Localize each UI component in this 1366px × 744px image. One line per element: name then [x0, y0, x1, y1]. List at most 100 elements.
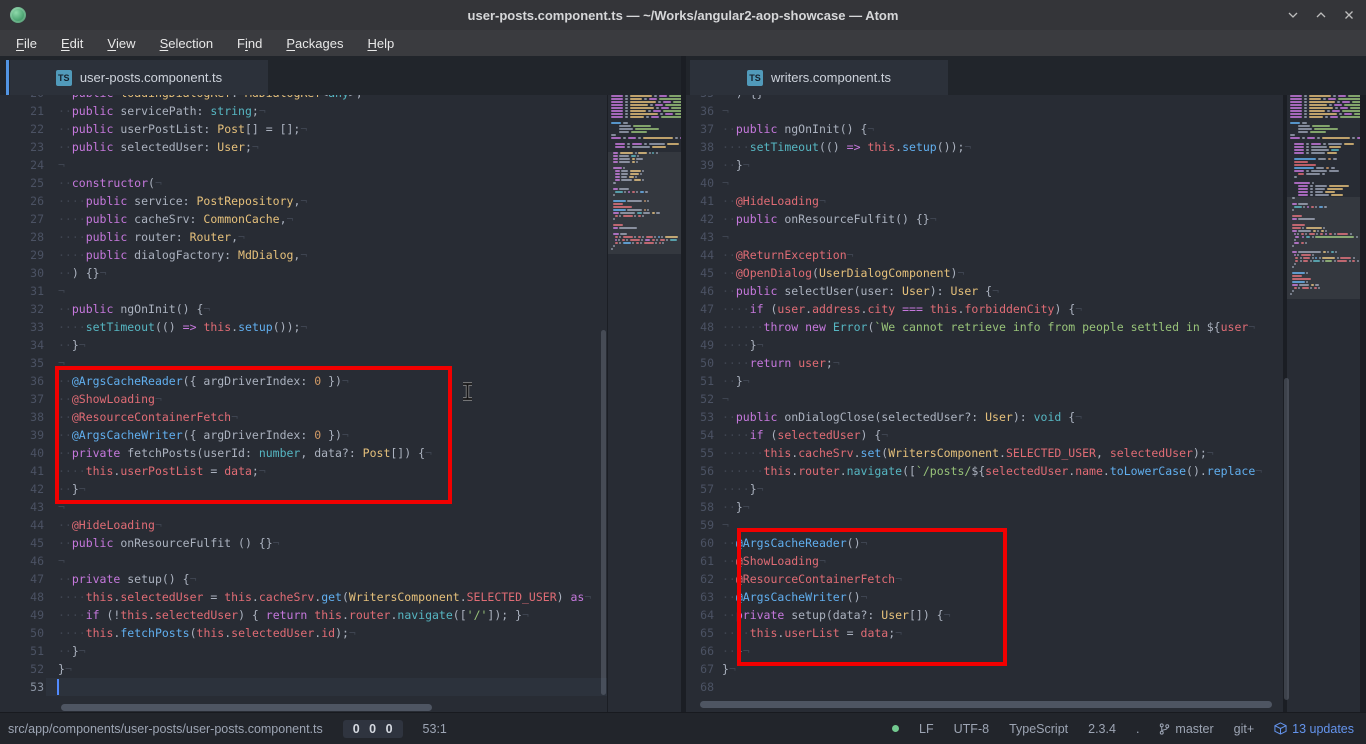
- code-line-30: 30··) {}¬: [0, 264, 607, 282]
- minimap-visible-region[interactable]: [608, 152, 681, 254]
- typescript-file-icon: TS: [747, 70, 763, 86]
- code-line-51: 51··}¬: [686, 372, 1283, 390]
- menu-find[interactable]: Find: [225, 30, 274, 56]
- menu-file[interactable]: File: [4, 30, 49, 56]
- code-line-44: 44··@ReturnException¬: [686, 246, 1283, 264]
- code-line-22: 22··public userPostList: Post[] = [];¬: [0, 120, 607, 138]
- code-line-56: 56······this.router.navigate([`/posts/${…: [686, 462, 1283, 480]
- code-line-58: 58··}¬: [686, 498, 1283, 516]
- code-line-20: 20··public loadingDialogRef: MdDialogRef…: [0, 95, 607, 102]
- annotation-red-box-left: [55, 366, 452, 504]
- code-line-38: 38····setTimeout(() => this.setup());¬: [686, 138, 1283, 156]
- line-ending[interactable]: LF: [919, 722, 934, 736]
- window-title: user-posts.component.ts — ~/Works/angula…: [0, 8, 1366, 23]
- editor-pane-left: TS user-posts.component.ts 20··public lo…: [0, 56, 681, 712]
- typescript-file-icon: TS: [56, 70, 72, 86]
- menu-bar: FileEditViewSelectionFindPackagesHelp: [0, 30, 1366, 56]
- code-line-47: 47····if (user.address.city === this.for…: [686, 300, 1283, 318]
- git-diff-counts[interactable]: 0 0 0: [343, 720, 403, 738]
- code-line-51: 51··}¬: [0, 642, 607, 660]
- menu-help[interactable]: Help: [355, 30, 406, 56]
- code-line-54: 54····if (selectedUser) {¬: [686, 426, 1283, 444]
- vertical-scrollbar-right[interactable]: [1284, 378, 1289, 700]
- window-controls: [1284, 0, 1358, 30]
- code-line-26: 26····public service: PostRepository,¬: [0, 192, 607, 210]
- code-line-42: 42··public onResourceFulfit() {}¬: [686, 210, 1283, 228]
- editor-pane-right: TS writers.component.ts 35··) {}¬36¬37··…: [686, 56, 1366, 712]
- code-line-46: 46¬: [0, 552, 607, 570]
- tab-user-posts[interactable]: TS user-posts.component.ts: [10, 60, 268, 95]
- cursor-position[interactable]: 53:1: [423, 722, 447, 736]
- minimap-right[interactable]: [1287, 95, 1360, 712]
- version: 2.3.4: [1088, 722, 1116, 736]
- menu-packages[interactable]: Packages: [274, 30, 355, 56]
- git-branch[interactable]: master: [1159, 722, 1213, 736]
- tab-writers[interactable]: TS writers.component.ts: [690, 60, 948, 95]
- atom-window: user-posts.component.ts — ~/Works/angula…: [0, 0, 1366, 744]
- status-bar: src/app/components/user-posts/user-posts…: [0, 712, 1366, 744]
- code-line-29: 29····public dialogFactory: MdDialog,¬: [0, 246, 607, 264]
- code-line-44: 44··@HideLoading¬: [0, 516, 607, 534]
- code-line-41: 41··@HideLoading¬: [686, 192, 1283, 210]
- maximize-icon[interactable]: [1312, 6, 1330, 24]
- code-line-47: 47··private setup() {¬: [0, 570, 607, 588]
- close-icon[interactable]: [1340, 6, 1358, 24]
- file-path[interactable]: src/app/components/user-posts/user-posts…: [8, 722, 323, 736]
- tab-label: user-posts.component.ts: [80, 70, 222, 85]
- code-line-36: 36¬: [686, 102, 1283, 120]
- code-line-52: 52¬: [686, 390, 1283, 408]
- menu-edit[interactable]: Edit: [49, 30, 95, 56]
- horizontal-scrollbar-left[interactable]: [61, 704, 432, 711]
- code-line-24: 24¬: [0, 156, 607, 174]
- dot-indicator: .: [1136, 722, 1139, 736]
- encoding[interactable]: UTF-8: [954, 722, 989, 736]
- code-line-53: 53: [0, 678, 607, 696]
- code-line-31: 31¬: [0, 282, 607, 300]
- active-pane-accent: [6, 60, 9, 95]
- code-line-57: 57····}¬: [686, 480, 1283, 498]
- code-line-32: 32··public ngOnInit() {¬: [0, 300, 607, 318]
- vertical-scrollbar-left[interactable]: [601, 330, 606, 695]
- code-line-27: 27····public cacheSrv: CommonCache,¬: [0, 210, 607, 228]
- atom-logo-icon: [10, 7, 26, 23]
- git-plus[interactable]: git+: [1234, 722, 1255, 736]
- code-line-45: 45··public onResourceFulfit () {}¬: [0, 534, 607, 552]
- status-ok-icon: [892, 725, 899, 732]
- code-line-45: 45··@OpenDialog(UserDialogComponent)¬: [686, 264, 1283, 282]
- code-line-53: 53··public onDialogClose(selectedUser?: …: [686, 408, 1283, 426]
- menu-view[interactable]: View: [95, 30, 147, 56]
- code-line-40: 40¬: [686, 174, 1283, 192]
- minimap-visible-region[interactable]: [1287, 197, 1360, 299]
- code-line-49: 49····}¬: [686, 336, 1283, 354]
- code-line-50: 50····this.fetchPosts(this.selectedUser.…: [0, 624, 607, 642]
- annotation-red-box-right: [737, 528, 1007, 666]
- tab-bar-right: TS writers.component.ts: [686, 56, 1366, 95]
- code-line-43: 43¬: [686, 228, 1283, 246]
- minimap-left[interactable]: [608, 95, 681, 712]
- menu-selection[interactable]: Selection: [148, 30, 225, 56]
- minimize-icon[interactable]: [1284, 6, 1302, 24]
- package-icon: [1274, 722, 1287, 735]
- tab-bar-left: TS user-posts.component.ts: [0, 56, 681, 95]
- code-line-55: 55······this.cacheSrv.set(WritersCompone…: [686, 444, 1283, 462]
- tab-label: writers.component.ts: [771, 70, 891, 85]
- code-line-28: 28····public router: Router,¬: [0, 228, 607, 246]
- code-line-50: 50····return user;¬: [686, 354, 1283, 372]
- package-updates[interactable]: 13 updates: [1274, 722, 1354, 736]
- branch-icon: [1159, 722, 1170, 736]
- code-line-48: 48······throw new Error(`We cannot retri…: [686, 318, 1283, 336]
- code-line-23: 23··public selectedUser: User;¬: [0, 138, 607, 156]
- code-line-35: 35··) {}¬: [686, 95, 1283, 102]
- text-caret: [57, 679, 59, 695]
- grammar[interactable]: TypeScript: [1009, 722, 1068, 736]
- horizontal-scrollbar-right[interactable]: [700, 701, 1272, 708]
- code-line-48: 48····this.selectedUser = this.cacheSrv.…: [0, 588, 607, 606]
- code-line-33: 33····setTimeout(() => this.setup());¬: [0, 318, 607, 336]
- code-line-52: 52}¬: [0, 660, 607, 678]
- code-line-68: 68: [686, 678, 1283, 696]
- code-line-49: 49····if (!this.selectedUser) { return t…: [0, 606, 607, 624]
- code-line-34: 34··}¬: [0, 336, 607, 354]
- mouse-ibeam-cursor: [461, 382, 474, 401]
- code-line-39: 39··}¬: [686, 156, 1283, 174]
- title-bar: user-posts.component.ts — ~/Works/angula…: [0, 0, 1366, 30]
